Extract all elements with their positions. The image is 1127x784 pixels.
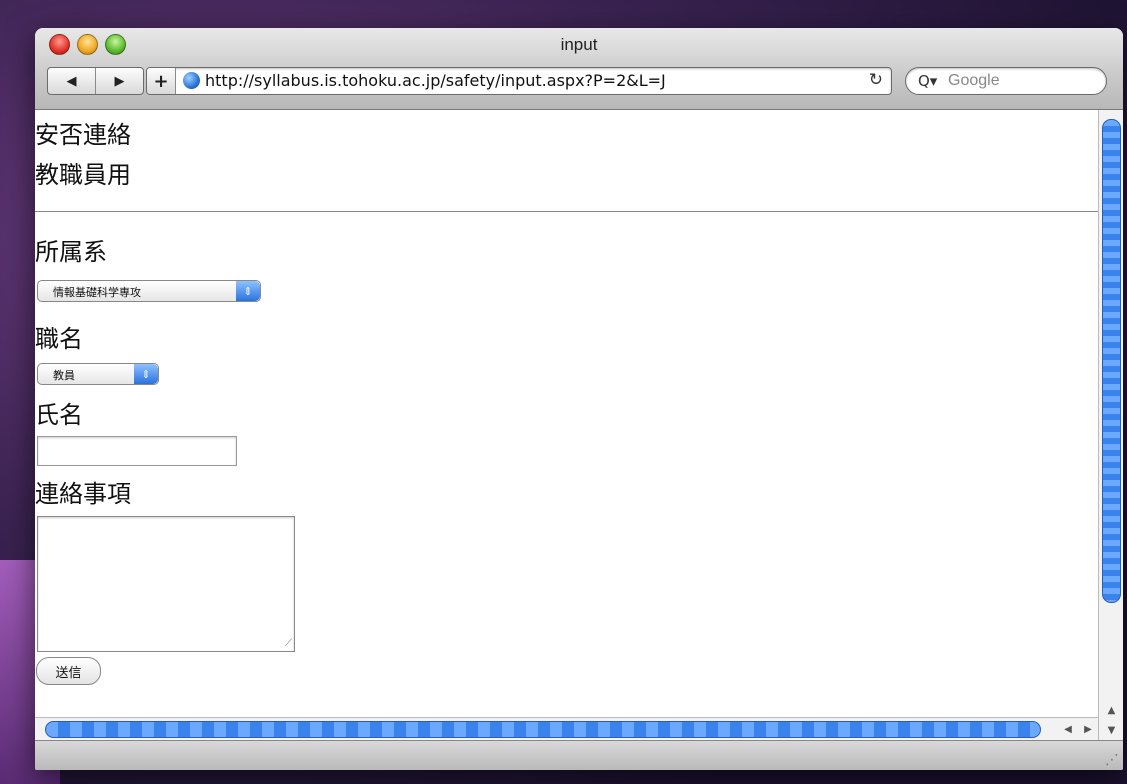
page-subtitle: 教職員用 (35, 161, 131, 189)
name-input[interactable] (37, 436, 237, 466)
message-textarea[interactable]: ⟋ (37, 516, 295, 652)
message-label: 連絡事項 (35, 480, 131, 508)
back-arrow-icon: ◀ (66, 73, 77, 89)
globe-icon (183, 72, 200, 89)
scroll-left-button[interactable]: ◀ (1058, 718, 1078, 741)
plus-icon: + (153, 70, 169, 92)
submit-button[interactable]: 送信 (36, 657, 101, 685)
browser-toolbar: ◀ ▶ + http://syllabus.is.tohoku.ac.jp/sa… (35, 66, 1123, 106)
page-content: 安否連絡 教職員用 所属系 情報基礎科学専攻 ⇕ 職名 教員 ⇕ 氏名 連絡事項… (35, 110, 1098, 707)
scroll-down-button[interactable]: ▼ (1099, 720, 1123, 740)
divider (35, 211, 1098, 212)
horizontal-scroll-arrows: ◀ ▶ (1058, 718, 1098, 741)
reload-button[interactable]: ↻ (869, 70, 883, 90)
address-bar[interactable]: + http://syllabus.is.tohoku.ac.jp/safety… (146, 67, 892, 95)
resize-grip-icon[interactable]: ⟋ (285, 638, 292, 649)
position-select[interactable]: 教員 ⇕ (37, 363, 159, 385)
nav-buttons: ◀ ▶ (47, 67, 144, 95)
title-bar: input ◀ ▶ + http://syllabus.is.tohoku.ac… (35, 28, 1123, 110)
vertical-scroll-thumb[interactable] (1102, 119, 1121, 603)
window-resize-icon[interactable]: ⋰ (1105, 752, 1119, 768)
reload-icon: ↻ (868, 70, 883, 90)
affiliation-select[interactable]: 情報基礎科学専攻 ⇕ (37, 280, 261, 302)
forward-button[interactable]: ▶ (95, 68, 143, 94)
add-bookmark-button[interactable]: + (147, 68, 176, 94)
status-bar: ⋰ (35, 740, 1123, 770)
page-title: 安否連絡 (35, 121, 131, 149)
search-icon[interactable]: Q▾ (918, 72, 937, 90)
scroll-up-button[interactable]: ▲ (1099, 700, 1123, 720)
forward-arrow-icon: ▶ (114, 73, 125, 89)
horizontal-scroll-thumb[interactable] (45, 721, 1041, 738)
window-title: input (560, 35, 598, 54)
vertical-scrollbar[interactable]: ▲ ▼ (1098, 110, 1123, 740)
affiliation-label: 所属系 (35, 238, 107, 266)
position-selected-value: 教員 (53, 369, 75, 382)
select-stepper-icon: ⇕ (134, 364, 158, 384)
back-button[interactable]: ◀ (48, 68, 95, 94)
vertical-scroll-arrows: ▲ ▼ (1099, 700, 1123, 740)
name-label: 氏名 (35, 401, 83, 429)
position-label: 職名 (35, 325, 83, 353)
search-field[interactable]: Q▾ Google (905, 67, 1107, 95)
search-placeholder: Google (948, 72, 1000, 89)
url-text[interactable]: http://syllabus.is.tohoku.ac.jp/safety/i… (205, 71, 666, 90)
horizontal-scrollbar[interactable]: ◀ ▶ (35, 717, 1098, 741)
scroll-right-button[interactable]: ▶ (1078, 718, 1098, 741)
select-stepper-icon: ⇕ (236, 281, 260, 301)
browser-window: input ◀ ▶ + http://syllabus.is.tohoku.ac… (35, 28, 1123, 770)
affiliation-selected-value: 情報基礎科学専攻 (53, 286, 141, 299)
